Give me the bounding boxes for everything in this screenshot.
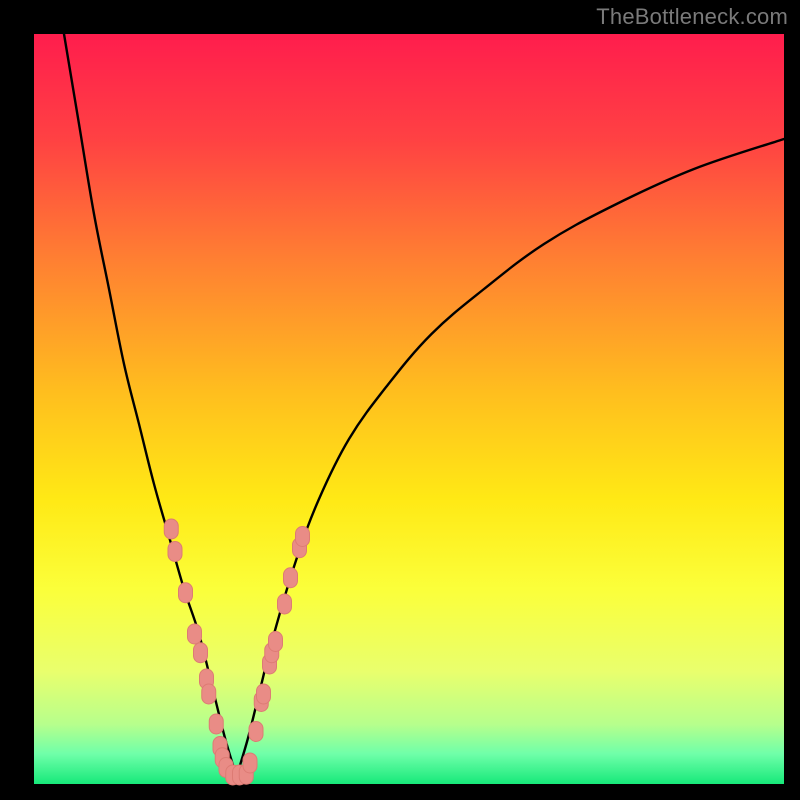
data-point-marker bbox=[179, 583, 193, 603]
data-point-marker bbox=[278, 594, 292, 614]
data-point-marker bbox=[194, 643, 208, 663]
data-point-marker bbox=[284, 568, 298, 588]
plot-area bbox=[34, 34, 784, 784]
data-point-marker bbox=[296, 527, 310, 547]
curve-left-branch bbox=[64, 34, 237, 777]
data-point-marker bbox=[168, 542, 182, 562]
data-point-marker bbox=[202, 684, 216, 704]
watermark-text: TheBottleneck.com bbox=[596, 4, 788, 30]
data-point-marker bbox=[243, 753, 257, 773]
curve-layer bbox=[34, 34, 784, 784]
data-point-marker bbox=[249, 722, 263, 742]
data-point-marker bbox=[188, 624, 202, 644]
data-point-marker bbox=[209, 714, 223, 734]
chart-frame: TheBottleneck.com bbox=[0, 0, 800, 800]
data-point-marker bbox=[164, 519, 178, 539]
curve-right-branch bbox=[237, 139, 785, 777]
data-point-marker bbox=[269, 632, 283, 652]
data-point-marker bbox=[257, 684, 271, 704]
